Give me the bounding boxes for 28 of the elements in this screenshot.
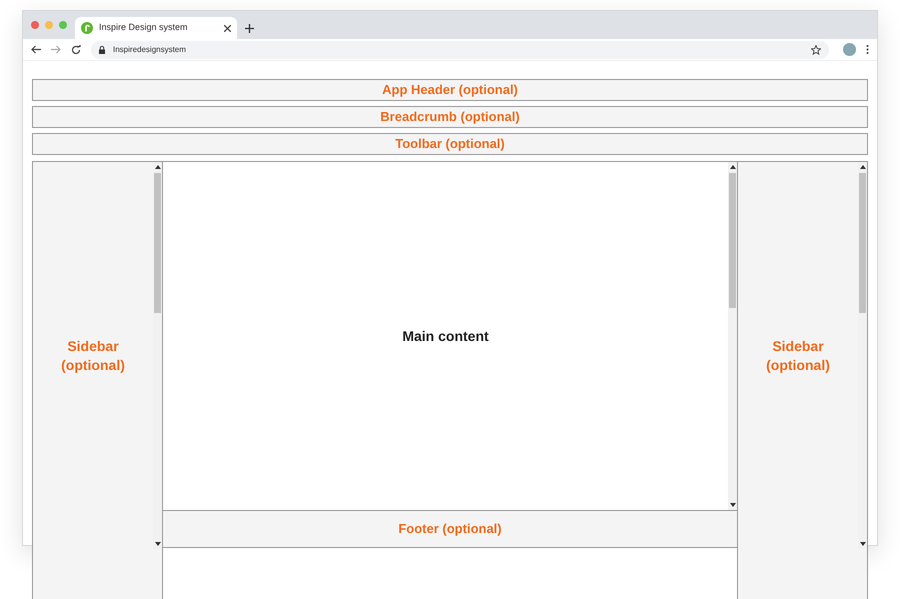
menu-icon[interactable] [866, 45, 869, 54]
browser-tab[interactable]: Inspire Design system [75, 17, 237, 39]
bar-label: Toolbar (optional) [395, 135, 505, 154]
url-text: Inspiredesignsystem [113, 44, 187, 56]
sidebar-label: Sidebar (optional) [765, 336, 831, 374]
scrollbar[interactable] [728, 162, 737, 510]
new-tab-icon[interactable] [245, 24, 254, 33]
tab-title: Inspire Design system [99, 21, 189, 34]
footer-label: Footer (optional) [398, 520, 502, 538]
close-window-icon[interactable] [31, 21, 39, 29]
site-logo-icon [81, 22, 93, 34]
back-icon[interactable] [31, 45, 41, 54]
close-icon[interactable] [224, 24, 231, 32]
reload-icon[interactable] [71, 44, 81, 54]
scroll-up-icon[interactable] [730, 165, 736, 169]
address-bar[interactable]: Inspiredesignsystem [91, 40, 829, 58]
bar-label: App Header (optional) [382, 81, 518, 100]
scroll-up-icon[interactable] [154, 165, 160, 169]
main-content-label: Main content [402, 326, 489, 346]
scroll-up-icon[interactable] [860, 165, 866, 169]
sidebar-label: Sidebar (optional) [60, 336, 126, 374]
scroll-down-icon[interactable] [860, 542, 866, 546]
scroll-down-icon[interactable] [154, 542, 160, 546]
avatar[interactable] [843, 43, 856, 56]
lock-icon [99, 46, 105, 54]
star-icon[interactable] [811, 44, 821, 54]
scroll-down-icon[interactable] [730, 503, 736, 507]
bar-label: Breadcrumb (optional) [380, 108, 520, 126]
